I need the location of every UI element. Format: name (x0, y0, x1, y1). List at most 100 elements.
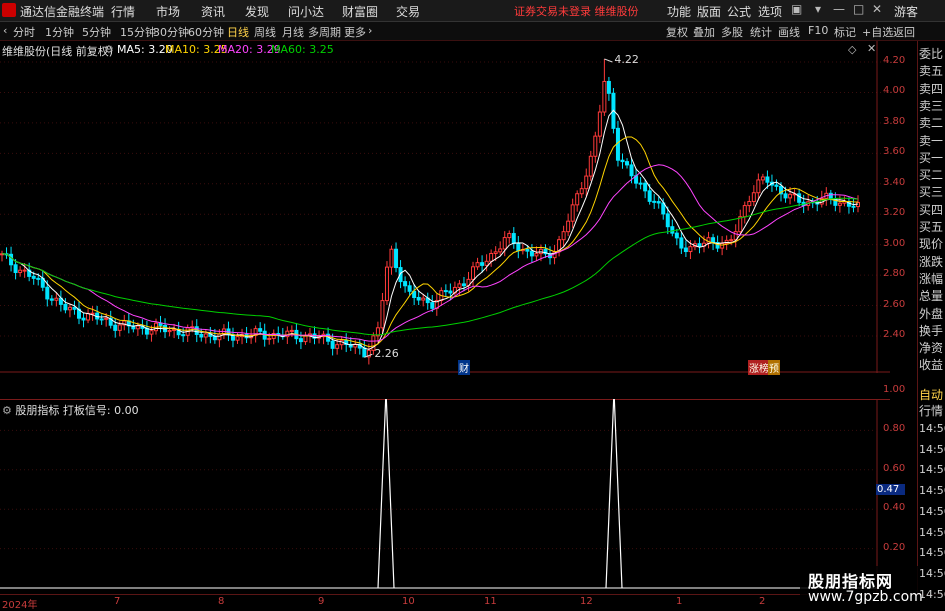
adjust-button[interactable]: 复权 (666, 24, 688, 40)
candle-body (760, 176, 765, 181)
maximize-icon[interactable]: □ (853, 2, 864, 16)
stats-button[interactable]: 统计 (750, 24, 772, 40)
multi-stock-button[interactable]: 多股 (721, 24, 743, 40)
candle-body (67, 306, 72, 311)
f10-button[interactable]: F10 (808, 24, 828, 37)
candle-body (584, 175, 589, 190)
quote-field-label: 买一 (919, 150, 944, 165)
date-label: 11 (484, 596, 497, 607)
period-daily[interactable]: 日线 (227, 24, 249, 40)
candle-body (502, 237, 507, 250)
period-weekly[interactable]: 周线 (254, 24, 276, 40)
period-multi[interactable]: 多周期 (308, 24, 341, 40)
minimize-icon[interactable]: — (833, 2, 845, 16)
signal-spike (605, 399, 623, 589)
candle-body (335, 344, 340, 349)
quote-field-label: 换手 (919, 323, 944, 338)
menu-market[interactable]: 市场 (156, 3, 180, 20)
candle-body (489, 252, 494, 262)
candle-body (606, 80, 611, 94)
candle-body (235, 336, 240, 341)
candle-body (643, 182, 648, 192)
sub-y-tick: 0.80 (883, 423, 906, 435)
period-toolbar: ‹ 分时 1分钟 5分钟 15分钟 30分钟 60分钟 日线 周线 月线 多周期… (0, 22, 945, 41)
y-tick-label: 3.00 (883, 237, 906, 249)
candle-body (63, 303, 68, 311)
candlestick-chart[interactable] (0, 41, 890, 373)
back-button[interactable]: 返回 (893, 24, 915, 40)
close-icon[interactable]: ✕ (872, 2, 882, 16)
candle-body (529, 250, 534, 257)
candle-body (570, 204, 575, 222)
tag-forecast: 预 (768, 360, 780, 375)
candle-body (45, 286, 50, 300)
candle-body (330, 340, 335, 349)
candle-body (683, 247, 688, 253)
login-notice[interactable]: 证券交易未登录 维维股份 (514, 3, 639, 19)
quote-field-label: 外盘 (919, 306, 944, 321)
tick-time: 14:56 (919, 442, 945, 456)
high-label: 4.22 (614, 52, 639, 66)
menu-formula[interactable]: 公式 (727, 3, 751, 20)
candle-body (828, 192, 833, 200)
quote-field-label: 买四 (919, 202, 944, 217)
menu-layout[interactable]: 版面 (697, 3, 721, 20)
period-5min[interactable]: 5分钟 (82, 24, 111, 40)
user-icon[interactable]: ▣ (791, 2, 802, 16)
y-tick-label: 3.40 (883, 176, 906, 188)
menu-discover[interactable]: 发现 (245, 3, 269, 20)
candle-body (674, 232, 679, 239)
menu-trade[interactable]: 交易 (396, 3, 420, 20)
candle-body (751, 192, 756, 203)
overlay-button[interactable]: 叠加 (693, 24, 715, 40)
period-15min[interactable]: 15分钟 (120, 24, 156, 40)
draw-button[interactable]: 画线 (778, 24, 800, 40)
tag-finance: 财 (458, 360, 470, 375)
candle-body (403, 281, 408, 287)
chevron-left-icon[interactable]: ‹ (3, 24, 7, 37)
period-monthly[interactable]: 月线 (282, 24, 304, 40)
quote-field-label: 净资 (919, 341, 944, 356)
menu-options[interactable]: 选项 (758, 3, 782, 20)
more-icon[interactable]: ▾ (815, 2, 821, 16)
chevron-right-icon[interactable]: › (368, 24, 372, 37)
menu-quotes[interactable]: 行情 (111, 3, 135, 20)
period-60min[interactable]: 60分钟 (188, 24, 224, 40)
candle-body (665, 213, 670, 228)
candle-body (36, 277, 41, 280)
candle-body (289, 329, 294, 332)
period-1min[interactable]: 1分钟 (45, 24, 74, 40)
candle-body (493, 251, 498, 254)
candle-body (579, 188, 584, 195)
candle-body (380, 300, 385, 329)
low-label: 2.26 (374, 347, 399, 361)
candle-body (443, 290, 448, 293)
guest-label[interactable]: 游客 (894, 3, 918, 20)
candle-body (407, 285, 412, 292)
menu-function[interactable]: 功能 (667, 3, 691, 20)
candle-body (656, 201, 661, 204)
menu-ask[interactable]: 问小达 (288, 3, 324, 20)
menu-news[interactable]: 资讯 (201, 3, 225, 20)
add-watchlist-button[interactable]: +自选 (862, 24, 893, 40)
signal-chart[interactable] (0, 399, 890, 594)
candle-body (471, 266, 476, 280)
app-logo-icon (2, 3, 16, 17)
y-tick-label: 3.60 (883, 146, 906, 158)
period-more[interactable]: 更多 (344, 24, 366, 40)
quote-field-label: 卖一 (919, 133, 944, 148)
quote-field-label: 买五 (919, 220, 944, 234)
candle-body (593, 135, 598, 157)
period-timeshare[interactable]: 分时 (13, 24, 35, 40)
quote-field-label: 卖四 (919, 81, 944, 96)
menu-wealth[interactable]: 财富圈 (342, 3, 378, 20)
date-label: 2 (759, 596, 766, 607)
mark-button[interactable]: 标记 (834, 24, 856, 40)
tick-time: 14:56 (919, 566, 945, 580)
candle-body (421, 297, 426, 301)
sub-y-tick: 1.00 (883, 384, 906, 395)
candle-body (534, 253, 539, 257)
period-30min[interactable]: 30分钟 (153, 24, 189, 40)
candle-body (498, 248, 503, 253)
candle-body (158, 322, 163, 326)
